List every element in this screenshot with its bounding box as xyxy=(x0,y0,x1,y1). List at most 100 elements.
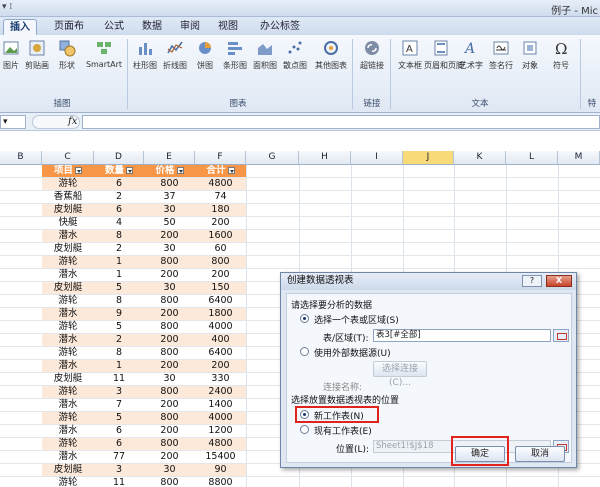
table-cell[interactable]: 1 xyxy=(94,256,144,268)
bar-chart-button[interactable]: 条形图 xyxy=(218,39,252,71)
table-cell[interactable]: 9 xyxy=(94,308,144,320)
table-cell[interactable]: 1200 xyxy=(195,425,246,437)
table-header-cell[interactable]: 合计 xyxy=(195,165,246,177)
radio-external-source[interactable] xyxy=(300,347,309,356)
table-cell[interactable]: 潜水 xyxy=(42,360,94,372)
table-cell[interactable]: 200 xyxy=(195,269,246,281)
table-cell[interactable]: 800 xyxy=(144,321,195,333)
radio-existing-worksheet[interactable] xyxy=(300,425,309,434)
filter-dropdown-icon[interactable] xyxy=(75,167,82,174)
other-charts-button[interactable]: 其他图表 xyxy=(312,39,350,71)
table-cell[interactable]: 200 xyxy=(195,217,246,229)
table-cell[interactable]: 11 xyxy=(94,477,144,487)
table-cell[interactable]: 潜水 xyxy=(42,269,94,281)
table-cell[interactable]: 800 xyxy=(144,477,195,487)
table-cell[interactable]: 8 xyxy=(94,295,144,307)
column-header-d[interactable]: D xyxy=(94,151,144,165)
table-cell[interactable]: 800 xyxy=(195,256,246,268)
table-cell[interactable]: 4000 xyxy=(195,321,246,333)
table-cell[interactable]: 8800 xyxy=(195,477,246,487)
tab-data[interactable]: 数据 xyxy=(136,19,168,35)
table-cell[interactable]: 800 xyxy=(144,438,195,450)
table-cell[interactable]: 潜水 xyxy=(42,308,94,320)
table-cell[interactable]: 快艇 xyxy=(42,217,94,229)
range-picker-icon[interactable] xyxy=(553,329,569,342)
clipart-button[interactable]: 剪贴画 xyxy=(20,39,54,71)
close-button[interactable]: X xyxy=(546,275,572,287)
table-cell[interactable]: 4000 xyxy=(195,412,246,424)
smartart-button[interactable]: SmartArt xyxy=(84,39,124,69)
table-cell[interactable]: 200 xyxy=(144,308,195,320)
table-cell[interactable]: 200 xyxy=(144,360,195,372)
tab-page-layout[interactable]: 页面布局 xyxy=(44,19,94,47)
column-header-k[interactable]: K xyxy=(454,151,506,165)
table-cell[interactable]: 游轮 xyxy=(42,295,94,307)
tab-view[interactable]: 视图 xyxy=(212,19,244,35)
object-button[interactable]: 对象 xyxy=(513,39,547,71)
table-cell[interactable]: 30 xyxy=(144,243,195,255)
filter-dropdown-icon[interactable] xyxy=(227,167,235,174)
table-cell[interactable]: 6400 xyxy=(195,295,246,307)
table-cell[interactable]: 皮划艇 xyxy=(42,204,94,216)
choose-connection-button[interactable]: 选择连接(C)... xyxy=(373,361,427,388)
hyperlink-button[interactable]: 超链接 xyxy=(355,39,389,71)
table-cell[interactable]: 香蕉船 xyxy=(42,191,94,203)
table-cell[interactable]: 潜水 xyxy=(42,451,94,463)
table-cell[interactable]: 潜水 xyxy=(42,425,94,437)
tab-insert[interactable]: 插入 xyxy=(3,19,37,35)
table-cell[interactable]: 4800 xyxy=(195,438,246,450)
table-cell[interactable]: 800 xyxy=(144,412,195,424)
table-cell[interactable]: 6 xyxy=(94,178,144,190)
table-cell[interactable]: 6 xyxy=(94,438,144,450)
table-cell[interactable]: 37 xyxy=(144,191,195,203)
filter-dropdown-icon[interactable] xyxy=(126,167,133,174)
table-cell[interactable]: 游轮 xyxy=(42,347,94,359)
table-cell[interactable]: 800 xyxy=(144,347,195,359)
table-cell[interactable]: 6 xyxy=(94,425,144,437)
textbox-button[interactable]: A 文本框 xyxy=(393,39,427,71)
table-cell[interactable]: 90 xyxy=(195,464,246,476)
table-cell[interactable]: 2 xyxy=(94,191,144,203)
table-cell[interactable]: 200 xyxy=(144,425,195,437)
table-cell[interactable]: 4 xyxy=(94,217,144,229)
table-cell[interactable]: 6 xyxy=(94,204,144,216)
table-cell[interactable]: 4800 xyxy=(195,178,246,190)
table-cell[interactable]: 潜水 xyxy=(42,399,94,411)
table-header-cell[interactable]: 项目 xyxy=(42,165,94,177)
table-cell[interactable]: 6400 xyxy=(195,347,246,359)
table-cell[interactable]: 1400 xyxy=(195,399,246,411)
column-header-c[interactable]: C xyxy=(42,151,94,165)
table-cell[interactable]: 800 xyxy=(144,178,195,190)
table-cell[interactable]: 77 xyxy=(94,451,144,463)
radio-select-range[interactable] xyxy=(300,314,309,323)
column-header-h[interactable]: H xyxy=(299,151,351,165)
table-cell[interactable]: 200 xyxy=(195,360,246,372)
table-cell[interactable]: 74 xyxy=(195,191,246,203)
table-cell[interactable]: 皮划艇 xyxy=(42,373,94,385)
table-cell[interactable]: 8 xyxy=(94,230,144,242)
table-cell[interactable]: 60 xyxy=(195,243,246,255)
table-cell[interactable]: 1 xyxy=(94,360,144,372)
column-header-j[interactable]: J xyxy=(403,151,454,165)
table-cell[interactable]: 2400 xyxy=(195,386,246,398)
table-header-cell[interactable]: 数量 xyxy=(94,165,144,177)
tab-formulas[interactable]: 公式 xyxy=(98,19,130,35)
pie-chart-button[interactable]: 饼图 xyxy=(188,39,222,71)
table-cell[interactable]: 3 xyxy=(94,464,144,476)
table-cell[interactable]: 180 xyxy=(195,204,246,216)
table-cell[interactable]: 200 xyxy=(144,334,195,346)
table-cell[interactable]: 1600 xyxy=(195,230,246,242)
table-cell[interactable]: 游轮 xyxy=(42,477,94,487)
table-range-input[interactable]: 表3[#全部] xyxy=(373,329,551,342)
formula-input[interactable] xyxy=(82,115,600,129)
name-box[interactable]: ▾ xyxy=(0,115,26,129)
table-cell[interactable]: 11 xyxy=(94,373,144,385)
table-cell[interactable]: 皮划艇 xyxy=(42,282,94,294)
table-cell[interactable]: 游轮 xyxy=(42,178,94,190)
table-cell[interactable]: 150 xyxy=(195,282,246,294)
table-cell[interactable]: 30 xyxy=(144,204,195,216)
table-cell[interactable]: 皮划艇 xyxy=(42,464,94,476)
insert-function-icon[interactable]: fx xyxy=(68,116,77,127)
table-cell[interactable]: 400 xyxy=(195,334,246,346)
quick-access-dropdown-icon[interactable]: ▾ ⁞ xyxy=(2,2,12,12)
